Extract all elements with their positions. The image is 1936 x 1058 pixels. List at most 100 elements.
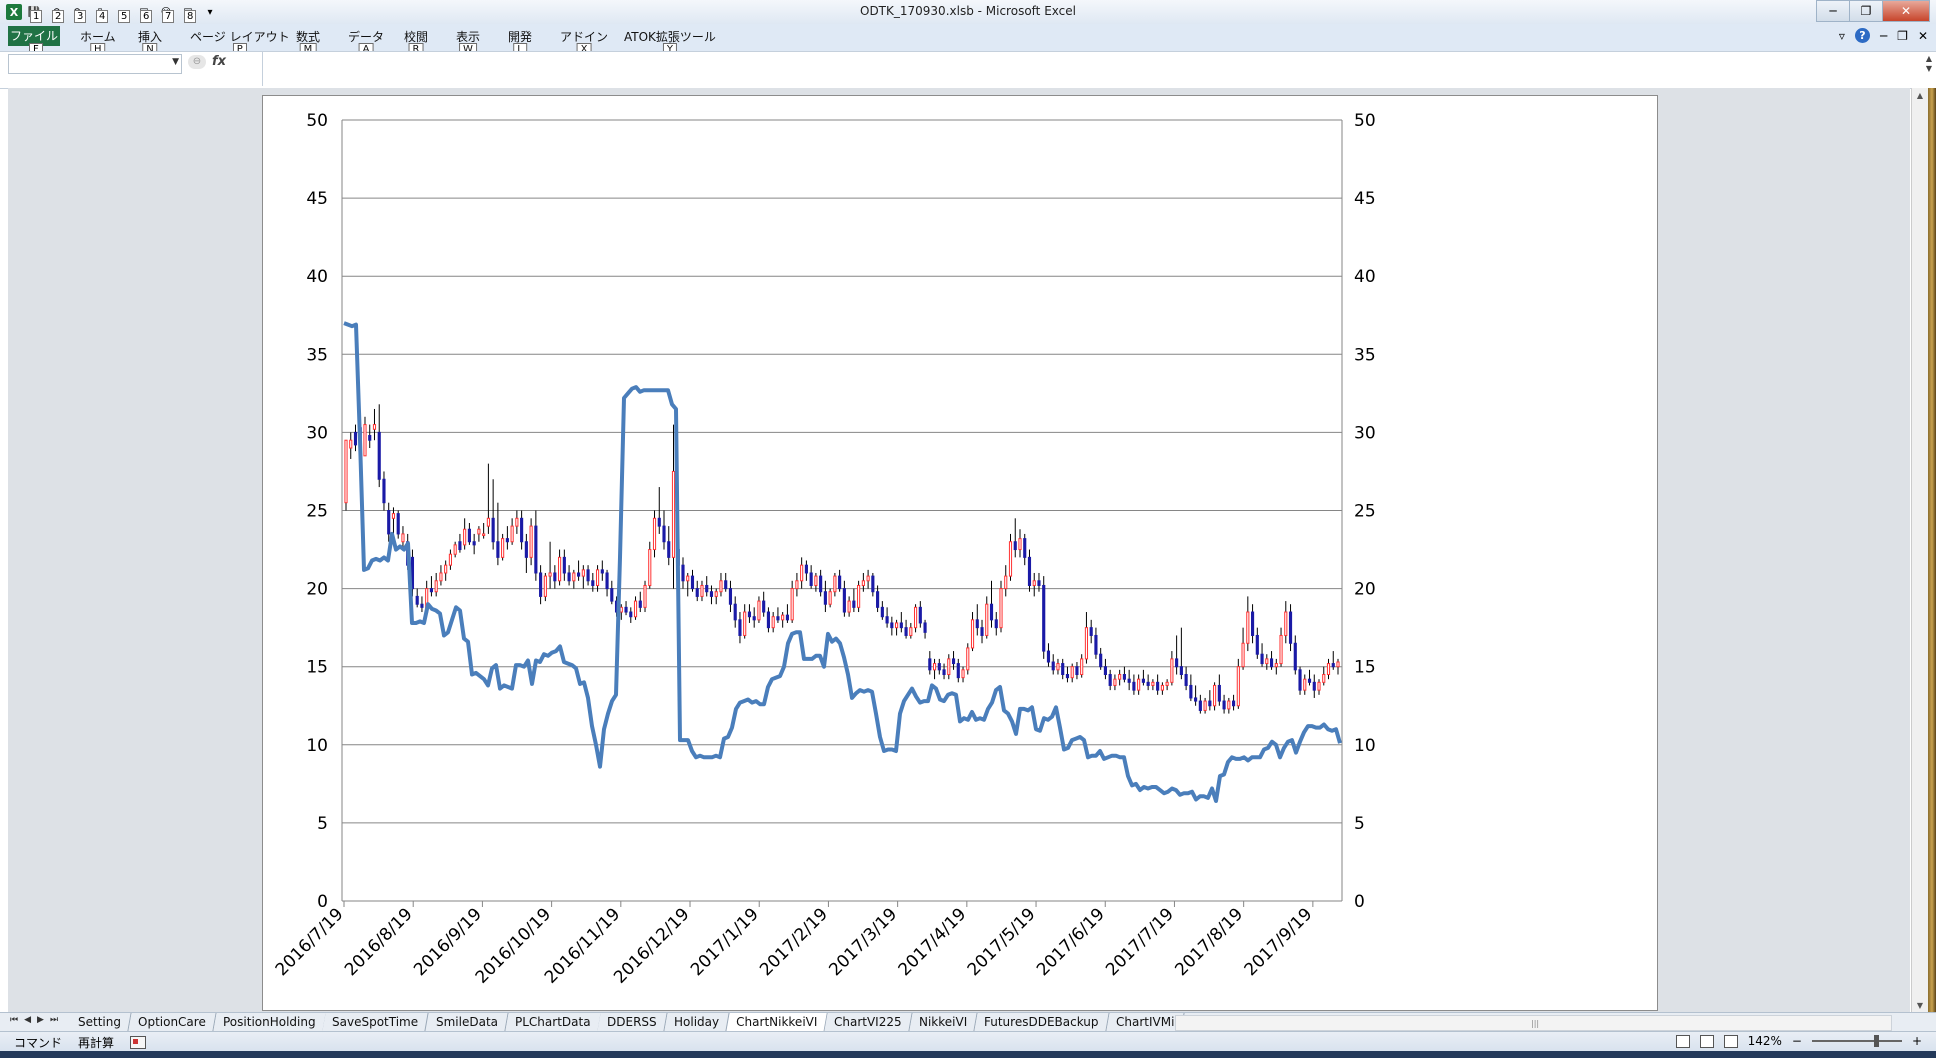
tab-home[interactable]: ホーム H bbox=[80, 28, 116, 56]
formula-buttons: ⊖ fx bbox=[188, 54, 226, 69]
candle-down bbox=[505, 538, 509, 543]
sheet-tab-optioncare[interactable]: OptionCare bbox=[128, 1013, 217, 1031]
candle-down bbox=[804, 564, 808, 574]
sheet-tab-chartivmi[interactable]: ChartIVMi bbox=[1105, 1013, 1185, 1031]
y-tick-label: 5 bbox=[317, 814, 328, 834]
sheet-tab-label: DDERSS bbox=[607, 1015, 657, 1029]
candle-down bbox=[690, 575, 695, 590]
candle-down bbox=[1037, 580, 1041, 586]
candle-down bbox=[539, 572, 543, 597]
doc-minimize-icon[interactable]: ─ bbox=[1880, 29, 1887, 43]
tab-file[interactable]: ファイル F bbox=[8, 26, 60, 56]
candle-up bbox=[453, 544, 457, 555]
tab-review[interactable]: 校閲 R bbox=[404, 28, 428, 56]
close-button[interactable]: ✕ bbox=[1882, 0, 1930, 22]
candle-up bbox=[833, 575, 837, 593]
scroll-up-icon[interactable]: ▲ bbox=[1912, 88, 1928, 104]
candle-up bbox=[1236, 666, 1240, 707]
scroll-grip-icon[interactable]: ||| bbox=[1531, 1019, 1539, 1028]
sheet-tab-plchartdata[interactable]: PLChartData bbox=[504, 1013, 601, 1031]
sheet-tab-chartnikkeivi[interactable]: ChartNikkeiVI bbox=[726, 1013, 828, 1033]
zoom-level[interactable]: 142% bbox=[1748, 1034, 1782, 1048]
chart-area[interactable]: 0 5 10 15 20 25 30 35 40 45 50 0 5 10 15 20 25 30 35 40 45 50… bbox=[262, 95, 1658, 1011]
sheet-tab-label: NikkeiVI bbox=[918, 1015, 967, 1029]
y-tick-label: 50 bbox=[306, 111, 328, 131]
ribbon-minimize-icon[interactable]: ▿ bbox=[1839, 29, 1845, 43]
candle-up bbox=[686, 575, 690, 582]
sheet-tab-nikkeivi[interactable]: NikkeiVI bbox=[909, 1013, 978, 1031]
formula-input[interactable] bbox=[262, 52, 1912, 86]
sheet-tab-chartvi225[interactable]: ChartVI225 bbox=[824, 1013, 913, 1031]
y2-tick-label: 20 bbox=[1354, 580, 1376, 600]
candle-down bbox=[705, 584, 709, 593]
sheet-tab-futuresddebackup[interactable]: FuturesDDEBackup bbox=[974, 1013, 1110, 1031]
zoom-slider-knob[interactable] bbox=[1873, 1035, 1879, 1047]
tab-developer[interactable]: 開発 L bbox=[508, 28, 532, 56]
candle-up bbox=[828, 591, 832, 605]
candle-up bbox=[1203, 700, 1207, 711]
candle-up bbox=[700, 584, 704, 597]
restore-button[interactable]: ❐ bbox=[1849, 0, 1883, 22]
horizontal-scrollbar[interactable]: ||| bbox=[1175, 1015, 1892, 1031]
sheet-tab-label: ChartVI225 bbox=[834, 1015, 902, 1029]
candle-down bbox=[904, 627, 908, 636]
tab-addins[interactable]: アドイン X bbox=[560, 28, 608, 56]
page-layout-view-icon[interactable] bbox=[1699, 1034, 1714, 1048]
vertical-scrollbar[interactable]: ▲ ▼ bbox=[1911, 88, 1928, 1014]
insert-function-button[interactable]: fx bbox=[212, 54, 226, 69]
doc-close-icon[interactable]: ✕ bbox=[1918, 29, 1928, 43]
candle-up bbox=[372, 424, 377, 430]
first-sheet-icon[interactable]: ⏮ bbox=[10, 1015, 18, 1025]
candle-down bbox=[1232, 700, 1236, 707]
candle-up bbox=[947, 658, 951, 676]
tab-page-layout[interactable]: ページ レイアウト P bbox=[190, 28, 290, 56]
tab-view[interactable]: 表示 W bbox=[456, 28, 480, 56]
doc-restore-icon[interactable]: ❐ bbox=[1897, 29, 1908, 43]
candle-up bbox=[913, 606, 918, 629]
x-tick-label: 2017/4/19 bbox=[895, 904, 971, 980]
candle-down bbox=[562, 556, 566, 574]
tab-insert[interactable]: 挿入 N bbox=[138, 28, 162, 56]
sheet-tab-savespottime[interactable]: SaveSpotTime bbox=[322, 1013, 430, 1031]
next-sheet-icon[interactable]: ▶ bbox=[37, 1015, 44, 1025]
tab-formulas[interactable]: 数式 M bbox=[296, 28, 320, 56]
candle-down bbox=[937, 663, 941, 671]
prev-sheet-icon[interactable]: ◀ bbox=[24, 1015, 31, 1025]
sheet-tab-holiday[interactable]: Holiday bbox=[664, 1013, 730, 1031]
tab-data[interactable]: データ A bbox=[348, 28, 384, 56]
candle-up bbox=[1118, 674, 1122, 680]
candle-up bbox=[1170, 658, 1174, 683]
candle-down bbox=[382, 478, 386, 504]
candle-up bbox=[349, 439, 353, 449]
candle-down bbox=[776, 616, 780, 621]
chevron-down-icon[interactable]: ▼ bbox=[172, 57, 179, 67]
sheet-tab-dderss[interactable]: DDERSS bbox=[597, 1013, 668, 1031]
formula-scroll-icon[interactable]: ▲ ▼ bbox=[1926, 54, 1932, 74]
tab-atok-tools[interactable]: ATOK拡張ツール Y bbox=[624, 28, 716, 56]
sheet-tab-smiledata[interactable]: SmileData bbox=[425, 1013, 509, 1031]
name-box[interactable]: ▼ bbox=[8, 54, 182, 74]
help-icon[interactable]: ? bbox=[1854, 28, 1870, 43]
macro-record-icon[interactable] bbox=[130, 1036, 147, 1049]
zoom-slider[interactable] bbox=[1811, 1035, 1902, 1047]
minimize-button[interactable]: ─ bbox=[1816, 0, 1850, 22]
candle-up bbox=[643, 584, 647, 608]
last-sheet-icon[interactable]: ⏭ bbox=[50, 1015, 58, 1025]
candle-down bbox=[387, 510, 391, 535]
candle-down bbox=[1094, 634, 1098, 655]
sheet-tab-setting[interactable]: Setting bbox=[68, 1013, 132, 1031]
candle-up bbox=[1336, 661, 1340, 668]
sheet-tab-positionholding[interactable]: PositionHolding bbox=[213, 1013, 327, 1031]
candle-down bbox=[1065, 674, 1070, 679]
status-right: 142% − + bbox=[1675, 1034, 1922, 1048]
zoom-out-button[interactable]: − bbox=[1792, 1034, 1802, 1048]
expand-formula-icon[interactable]: ⊖ bbox=[188, 54, 206, 69]
page-break-view-icon[interactable] bbox=[1723, 1034, 1738, 1048]
zoom-in-button[interactable]: + bbox=[1912, 1034, 1922, 1048]
candle-down bbox=[1099, 653, 1103, 668]
normal-view-icon[interactable] bbox=[1675, 1034, 1690, 1048]
candle-up bbox=[1008, 541, 1013, 577]
candle-up bbox=[999, 588, 1003, 629]
candle-up bbox=[857, 584, 861, 608]
status-recalc[interactable]: 再計算 bbox=[78, 1034, 114, 1051]
